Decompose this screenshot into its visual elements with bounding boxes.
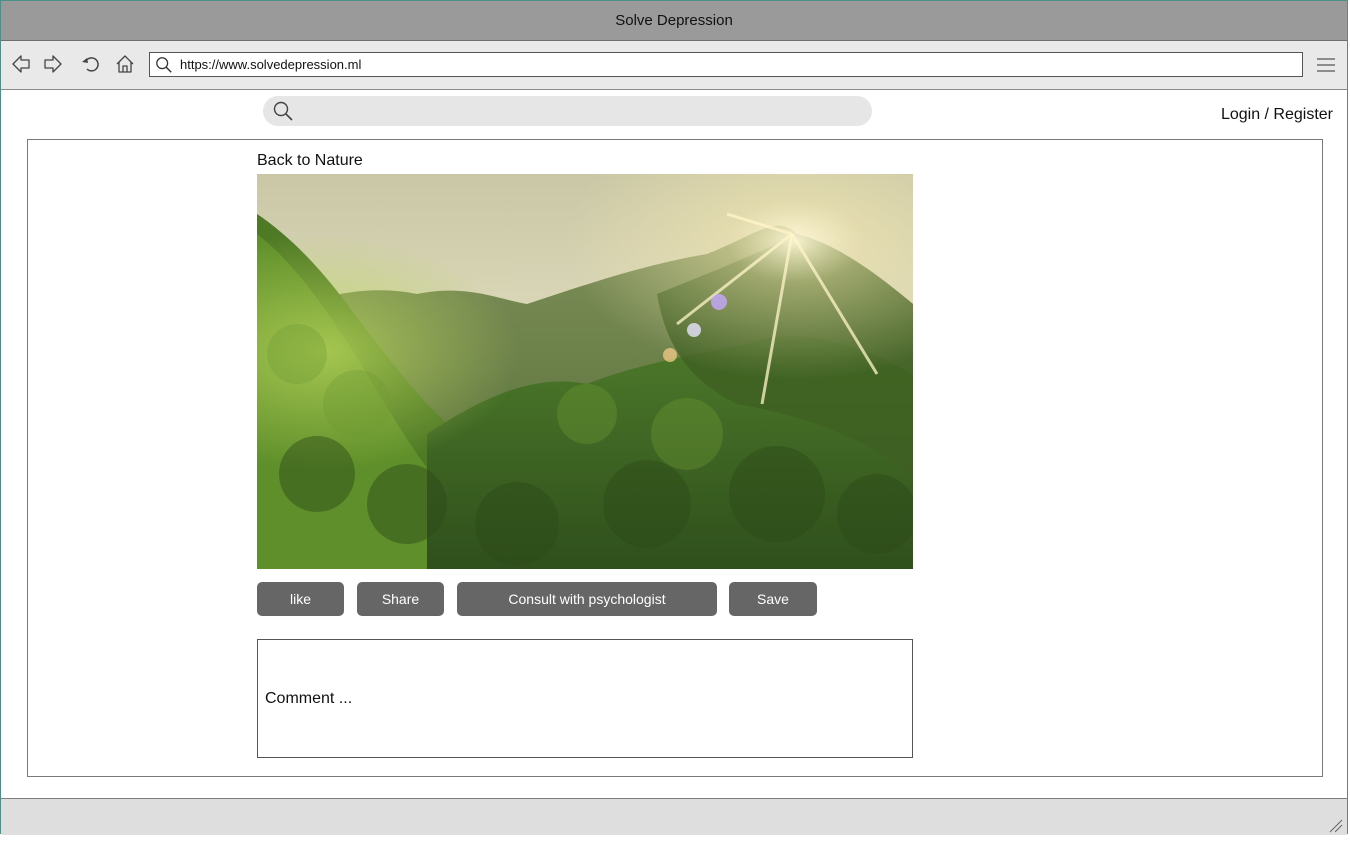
window-title: Solve Depression [615, 12, 733, 29]
search-input[interactable] [263, 96, 872, 126]
url-text: https://www.solvedepression.ml [180, 57, 362, 72]
login-register-link[interactable]: Login / Register [1221, 106, 1333, 124]
search-icon [152, 53, 176, 76]
resize-grip-icon[interactable] [1327, 817, 1343, 833]
reload-icon[interactable] [80, 53, 102, 75]
back-arrow-icon[interactable] [10, 53, 32, 75]
status-bar [1, 798, 1347, 835]
post-image [257, 174, 913, 569]
hamburger-menu-icon[interactable] [1315, 55, 1337, 75]
like-button[interactable]: like [257, 582, 344, 616]
window-titlebar: Solve Depression [1, 1, 1347, 41]
post-panel: Back to Nature like Share Consult with p… [27, 139, 1323, 777]
post-title: Back to Nature [257, 152, 363, 169]
browser-toolbar: https://www.solvedepression.ml [1, 41, 1347, 90]
comment-placeholder: Comment ... [265, 689, 353, 707]
comment-field[interactable]: Comment ... [257, 639, 913, 758]
share-button[interactable]: Share [357, 582, 444, 616]
forward-arrow-icon[interactable] [42, 53, 64, 75]
browser-window: Solve Depression https://www.solvedepres… [0, 0, 1348, 835]
save-button[interactable]: Save [729, 582, 817, 616]
search-icon [271, 99, 295, 123]
address-bar[interactable]: https://www.solvedepression.ml [149, 52, 1303, 77]
home-icon[interactable] [114, 53, 136, 75]
consult-psychologist-button[interactable]: Consult with psychologist [457, 582, 717, 616]
page-content: Login / Register Back to Nature like Sha… [1, 90, 1347, 798]
